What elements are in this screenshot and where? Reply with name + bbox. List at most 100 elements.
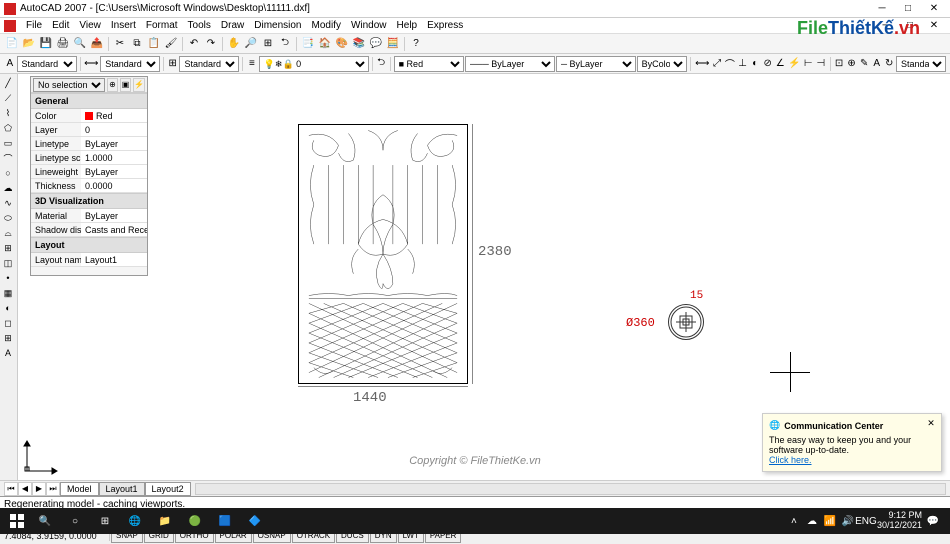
pline-icon[interactable]: ⌇: [1, 106, 15, 120]
dim-style-select[interactable]: Standard: [100, 56, 160, 72]
menu-express[interactable]: Express: [423, 20, 467, 31]
dim-aligned-icon[interactable]: ⤢: [711, 56, 723, 72]
menu-help[interactable]: Help: [393, 20, 422, 31]
task-view-icon[interactable]: ⊞: [90, 509, 120, 533]
taskbar-clock[interactable]: 9:12 PM 30/12/2021: [877, 511, 922, 531]
table-style-select[interactable]: Standard: [179, 56, 239, 72]
paste-icon[interactable]: 📋: [146, 36, 162, 52]
rect-icon[interactable]: ▭: [1, 136, 15, 150]
polygon-icon[interactable]: ⬠: [1, 121, 15, 135]
dim-tol-icon[interactable]: ⊡: [833, 56, 845, 72]
dim-cen-icon[interactable]: ⊕: [846, 56, 858, 72]
circle-icon[interactable]: ○: [1, 166, 15, 180]
task-app-icon[interactable]: 🟦: [210, 509, 240, 533]
save-icon[interactable]: 💾: [38, 36, 54, 52]
doc-minimize[interactable]: ─: [874, 19, 898, 33]
help-icon[interactable]: ?: [408, 36, 424, 52]
hscroll[interactable]: [195, 483, 946, 495]
task-explorer-icon[interactable]: 📁: [150, 509, 180, 533]
redo-icon[interactable]: ↷: [203, 36, 219, 52]
tpalette-icon[interactable]: 🎨: [334, 36, 350, 52]
block-icon[interactable]: ◫: [1, 256, 15, 270]
minimize-button[interactable]: ─: [870, 2, 894, 16]
revcloud-icon[interactable]: ☁: [1, 181, 15, 195]
undo-icon[interactable]: ↶: [186, 36, 202, 52]
qcalc-icon[interactable]: 🧮: [385, 36, 401, 52]
task-edge-icon[interactable]: 🌐: [120, 509, 150, 533]
dim-cont-icon[interactable]: ⊣: [815, 56, 827, 72]
props-icon[interactable]: 📑: [300, 36, 316, 52]
maximize-button[interactable]: □: [896, 2, 920, 16]
menu-edit[interactable]: Edit: [48, 20, 73, 31]
tray-up-icon[interactable]: ˄: [787, 514, 801, 528]
pan-icon[interactable]: ✋: [226, 36, 242, 52]
layer-select[interactable]: 💡❄🔒 0: [259, 56, 369, 72]
spline-icon[interactable]: ∿: [1, 196, 15, 210]
open-icon[interactable]: 📂: [21, 36, 37, 52]
line-icon[interactable]: ╱: [1, 76, 15, 90]
notification-link[interactable]: Click here.: [769, 455, 812, 465]
doc-restore[interactable]: □: [898, 19, 922, 33]
tab-prev[interactable]: ◀: [18, 482, 32, 496]
xline-icon[interactable]: ⟋: [1, 91, 15, 105]
tab-layout2[interactable]: Layout2: [145, 482, 191, 496]
dim-ang-icon[interactable]: ∠: [775, 56, 787, 72]
zoom-rt-icon[interactable]: 🔎: [243, 36, 259, 52]
markup-icon[interactable]: 💬: [368, 36, 384, 52]
dim-style-icon[interactable]: ⟷: [83, 56, 99, 72]
cut-icon[interactable]: ✂: [112, 36, 128, 52]
text-style-icon[interactable]: A: [4, 56, 16, 72]
menu-tools[interactable]: Tools: [184, 20, 215, 31]
qselect-icon[interactable]: ⚡: [133, 78, 145, 92]
select-obj-icon[interactable]: ▣: [120, 78, 131, 92]
tab-model[interactable]: Model: [60, 482, 99, 496]
table-style-icon[interactable]: ⊞: [167, 56, 179, 72]
tray-vol-icon[interactable]: 🔊: [841, 514, 855, 528]
tray-net-icon[interactable]: 📶: [823, 514, 837, 528]
color-select[interactable]: ■ Red: [394, 56, 464, 72]
hatch-icon[interactable]: ▦: [1, 286, 15, 300]
match-icon[interactable]: 🖌: [163, 36, 179, 52]
zoom-win-icon[interactable]: ⊞: [260, 36, 276, 52]
selection-select[interactable]: No selection: [33, 78, 105, 92]
zoom-prev-icon[interactable]: ⮌: [277, 36, 293, 52]
print-icon[interactable]: 🖨: [55, 36, 71, 52]
task-cortana-icon[interactable]: ○: [60, 509, 90, 533]
dim-tedit-icon[interactable]: A: [871, 56, 883, 72]
menu-window[interactable]: Window: [347, 20, 391, 31]
prop-value-linetype[interactable]: ByLayer: [81, 137, 147, 150]
plotstyle-select[interactable]: ByColor: [637, 56, 687, 72]
prop-value-color[interactable]: Red: [81, 109, 147, 122]
new-icon[interactable]: 📄: [4, 36, 20, 52]
layer-prev-icon[interactable]: ⮌: [375, 56, 387, 72]
menu-dimension[interactable]: Dimension: [250, 20, 305, 31]
menu-file[interactable]: File: [22, 20, 46, 31]
task-app2-icon[interactable]: 🔷: [240, 509, 270, 533]
gradient-icon[interactable]: ◐: [1, 301, 15, 315]
mtext-icon[interactable]: A: [1, 346, 15, 360]
tab-last[interactable]: ⏭: [46, 482, 60, 496]
prop-value-thickness[interactable]: 0.0000: [81, 179, 147, 192]
dim-base-icon[interactable]: ⊢: [803, 56, 815, 72]
prop-value-layer[interactable]: 0: [81, 123, 147, 136]
sset-icon[interactable]: 📚: [351, 36, 367, 52]
dim-edit-icon[interactable]: ✎: [858, 56, 870, 72]
dim-qck-icon[interactable]: ⚡: [787, 56, 801, 72]
menu-view[interactable]: View: [75, 20, 105, 31]
table-icon[interactable]: ⊞: [1, 331, 15, 345]
menu-format[interactable]: Format: [142, 20, 182, 31]
dim-ord-icon[interactable]: ⊥: [737, 56, 749, 72]
doc-close[interactable]: ✕: [922, 19, 946, 33]
task-chrome-icon[interactable]: 🟢: [180, 509, 210, 533]
insert-icon[interactable]: ⊞: [1, 241, 15, 255]
dcenter-icon[interactable]: 🏠: [317, 36, 333, 52]
pickadd-icon[interactable]: ⊕: [107, 78, 118, 92]
dim-dia-icon[interactable]: ⊘: [762, 56, 774, 72]
dimstyle-select[interactable]: Standard: [896, 56, 946, 72]
start-button[interactable]: [4, 508, 30, 534]
preview-icon[interactable]: 🔍: [72, 36, 88, 52]
linetype-select[interactable]: ─── ByLayer: [465, 56, 555, 72]
notification-close[interactable]: ✕: [925, 418, 937, 430]
tray-notifications-icon[interactable]: 💬: [926, 514, 940, 528]
arc-icon[interactable]: ⌒: [1, 151, 15, 165]
